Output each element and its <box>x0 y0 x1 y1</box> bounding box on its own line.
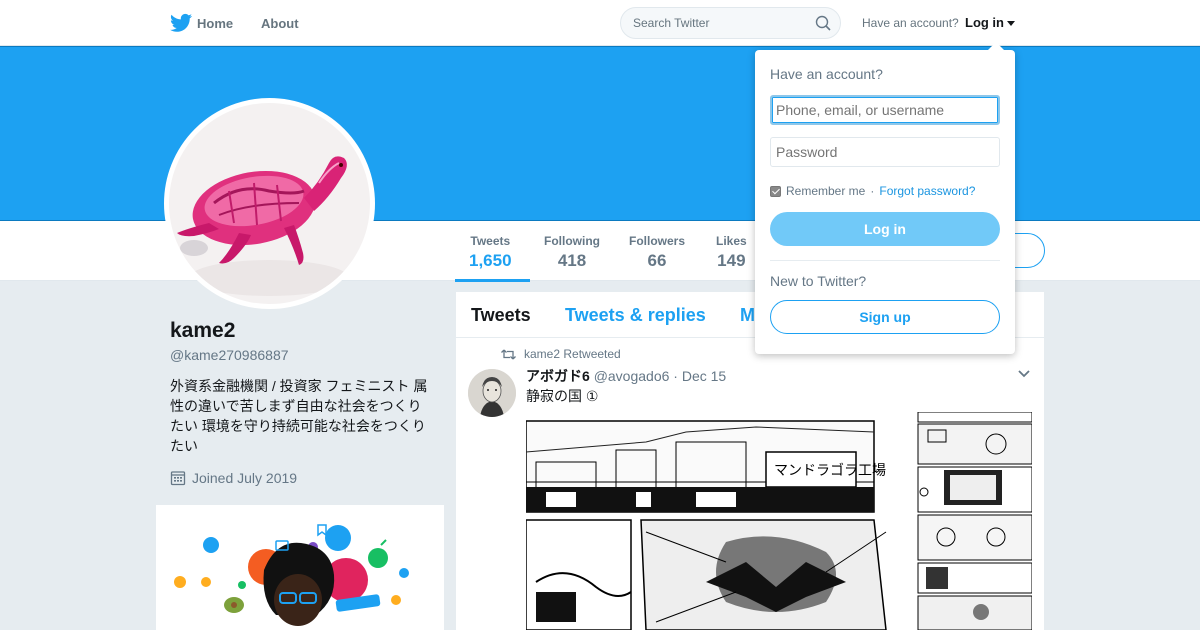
stat-value: 418 <box>557 251 587 270</box>
forgot-password-link[interactable]: Forgot password? <box>879 184 975 198</box>
have-account-text: Have an account? <box>862 16 959 30</box>
stat-following[interactable]: Following 418 <box>544 234 600 271</box>
stat-value: 149 <box>717 251 746 270</box>
login-button[interactable]: Log in <box>770 212 1000 246</box>
avatar-portrait <box>468 369 516 417</box>
stat-label: Likes <box>716 234 747 248</box>
tab-tweets-replies[interactable]: Tweets & replies <box>565 305 706 326</box>
new-to-twitter-text: New to Twitter? <box>770 273 867 289</box>
nav-home[interactable]: Home <box>197 0 233 46</box>
tweet-author-avatar[interactable] <box>468 369 516 417</box>
tweet-date[interactable]: · Dec 15 <box>673 368 726 384</box>
stat-value: 1,650 <box>469 251 512 270</box>
separator-dot: · <box>870 184 875 198</box>
caret-down-icon <box>1007 21 1015 27</box>
nav-about[interactable]: About <box>261 0 299 46</box>
top-nav: Home About Search Twitter Have an accoun… <box>0 0 1200 46</box>
stat-value: 66 <box>647 251 667 270</box>
tab-media[interactable]: M <box>740 305 755 326</box>
stat-tweets[interactable]: Tweets 1,650 <box>469 234 512 271</box>
tweet-author-name[interactable]: アボガド6 <box>526 368 590 384</box>
profile-bio: 外資系金融機関 / 投資家 フェミニスト 属性の違いで苦しまず自由な社会をつくり… <box>170 378 428 454</box>
stat-likes[interactable]: Likes 149 <box>716 234 747 271</box>
twitter-bird-icon[interactable] <box>170 13 192 33</box>
search-input[interactable]: Search Twitter <box>620 7 841 39</box>
password-field[interactable] <box>770 137 1000 167</box>
stat-label: Following <box>544 234 600 248</box>
search-icon[interactable] <box>815 15 831 31</box>
active-tab-indicator <box>455 279 530 282</box>
login-menu-label: Log in <box>965 15 1004 30</box>
promo-illustration[interactable] <box>156 505 444 630</box>
promo-graphic <box>174 524 409 626</box>
remember-me-row: Remember me · Forgot password? <box>770 184 975 198</box>
retweet-text[interactable]: kame2 Retweeted <box>524 347 621 361</box>
calendar-icon <box>170 471 186 486</box>
tweet-author-handle[interactable]: @avogado6 <box>594 368 670 384</box>
tweet-media[interactable]: マンドラゴラ工場 <box>526 412 1032 630</box>
retweet-context: kame2 Retweeted <box>501 347 621 361</box>
stat-label: Tweets <box>470 234 511 248</box>
tweet-header: アボガド6 @avogado6 · Dec 15 <box>526 366 726 386</box>
dropdown-title: Have an account? <box>770 66 883 82</box>
remember-me-checkbox[interactable] <box>770 185 781 197</box>
profile-avatar[interactable] <box>164 98 375 309</box>
profile-name[interactable]: kame2 <box>170 319 235 343</box>
turtle-image <box>169 103 370 304</box>
profile-handle[interactable]: @kame270986887 <box>170 347 289 363</box>
tab-tweets[interactable]: Tweets <box>471 305 531 326</box>
sign-text: マンドラゴラ工場 <box>774 462 886 479</box>
remember-me-label[interactable]: Remember me <box>786 184 865 198</box>
chevron-down-icon[interactable] <box>1018 370 1030 378</box>
manga-panels: マンドラゴラ工場 <box>526 412 1032 630</box>
retweet-icon <box>501 349 516 359</box>
divider <box>770 260 1000 261</box>
joined-text: Joined July 2019 <box>192 470 298 486</box>
username-field[interactable] <box>770 95 1000 125</box>
signup-button[interactable]: Sign up <box>770 300 1000 334</box>
joined-date: Joined July 2019 <box>170 470 297 486</box>
stat-label: Followers <box>629 234 686 248</box>
login-dropdown: Have an account? Remember me · Forgot pa… <box>755 42 1015 354</box>
login-menu-toggle[interactable]: Log in <box>965 15 1015 30</box>
stat-followers[interactable]: Followers 66 <box>629 234 685 271</box>
tweet-text: 静寂の国 ① <box>526 388 599 404</box>
dropdown-arrow <box>987 42 1005 51</box>
search-placeholder: Search Twitter <box>633 16 710 30</box>
